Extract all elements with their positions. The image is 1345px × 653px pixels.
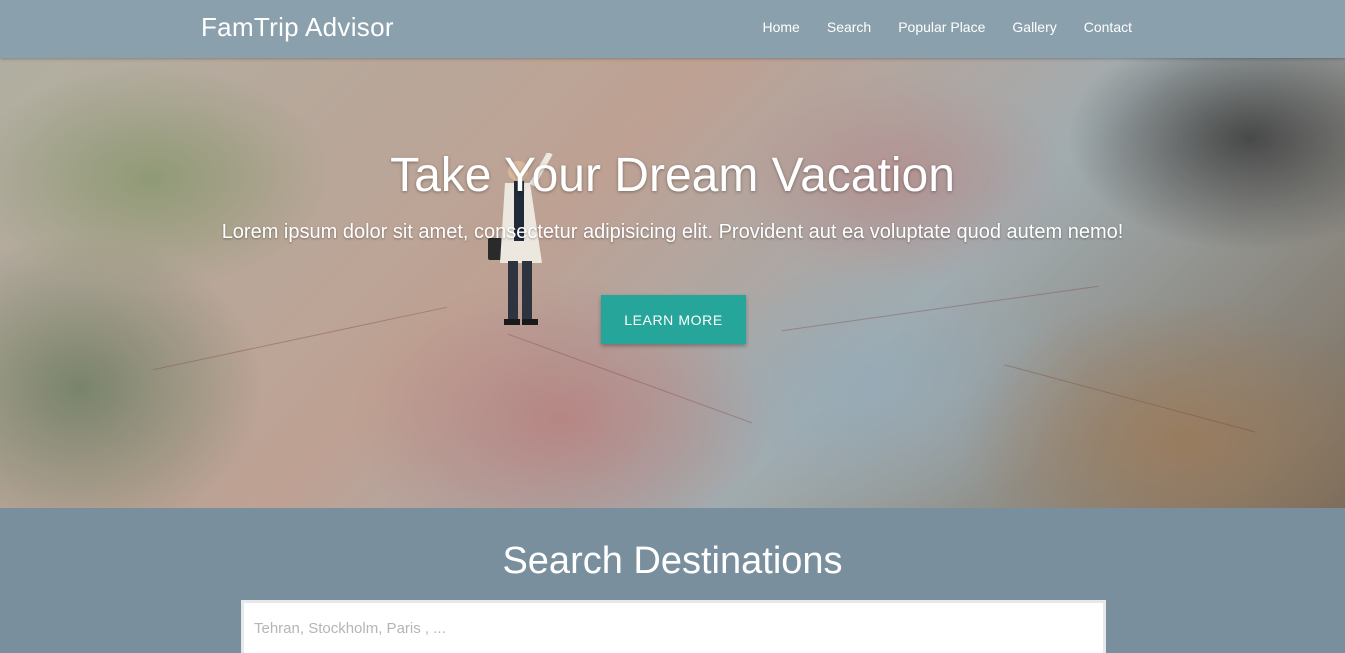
navbar: FamTrip Advisor Home Search Popular Plac… [0, 0, 1345, 58]
learn-more-button[interactable]: LEARN MORE [601, 295, 746, 344]
nav-popular-place[interactable]: Popular Place [898, 19, 985, 35]
nav-links: Home Search Popular Place Gallery Contac… [736, 19, 1133, 35]
destination-search-input[interactable] [241, 600, 1106, 653]
nav-search[interactable]: Search [827, 19, 871, 35]
nav-contact[interactable]: Contact [1084, 19, 1132, 35]
search-destinations-section: Search Destinations [0, 508, 1345, 653]
brand-logo[interactable]: FamTrip Advisor [201, 12, 394, 43]
hero-subtitle: Lorem ipsum dolor sit amet, consectetur … [221, 221, 1124, 243]
hero-banner: Take Your Dream Vacation Lorem ipsum dol… [0, 58, 1345, 508]
nav-gallery[interactable]: Gallery [1012, 19, 1056, 35]
hero-background-map [0, 58, 1345, 508]
hero-title: Take Your Dream Vacation [390, 149, 955, 202]
nav-home[interactable]: Home [763, 19, 800, 35]
search-section-title: Search Destinations [502, 540, 843, 582]
